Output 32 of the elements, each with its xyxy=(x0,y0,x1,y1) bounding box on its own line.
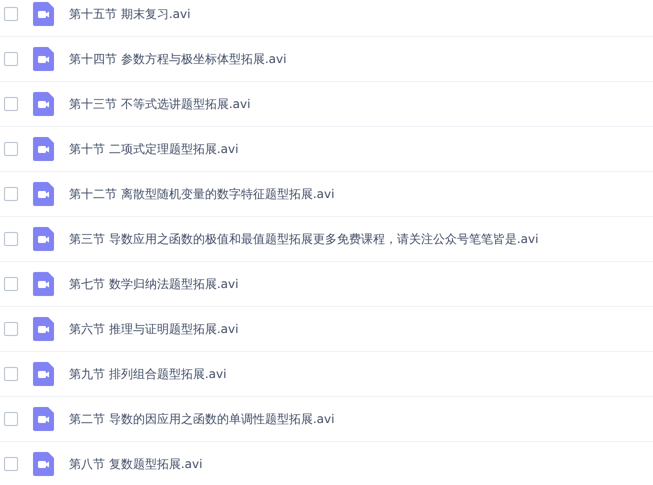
file-name[interactable]: 第十四节 参数方程与极坐标体型拓展.avi xyxy=(69,50,286,68)
checkbox[interactable] xyxy=(4,52,18,66)
video-file-icon xyxy=(33,362,54,386)
checkbox[interactable] xyxy=(4,322,18,336)
file-name[interactable]: 第三节 导数应用之函数的极值和最值题型拓展更多免费课程，请关注公众号笔笔皆是.avi xyxy=(69,230,538,248)
video-file-icon xyxy=(33,137,54,161)
checkbox[interactable] xyxy=(4,97,18,111)
video-file-icon xyxy=(33,47,54,71)
checkbox[interactable] xyxy=(4,142,18,156)
video-file-icon xyxy=(33,452,54,476)
file-name[interactable]: 第十节 二项式定理题型拓展.avi xyxy=(69,140,238,158)
file-name[interactable]: 第十二节 离散型随机变量的数字特征题型拓展.avi xyxy=(69,185,334,203)
file-name[interactable]: 第十五节 期末复习.avi xyxy=(69,5,190,23)
video-file-icon xyxy=(33,92,54,116)
checkbox[interactable] xyxy=(4,232,18,246)
video-file-icon xyxy=(33,317,54,341)
checkbox[interactable] xyxy=(4,7,18,21)
file-name[interactable]: 第二节 导数的因应用之函数的单调性题型拓展.avi xyxy=(69,410,334,428)
file-name[interactable]: 第七节 数学归纳法题型拓展.avi xyxy=(69,275,238,293)
file-name[interactable]: 第九节 排列组合题型拓展.avi xyxy=(69,365,226,383)
file-name[interactable]: 第六节 推理与证明题型拓展.avi xyxy=(69,320,238,338)
video-file-icon xyxy=(33,227,54,251)
checkbox[interactable] xyxy=(4,457,18,471)
checkbox[interactable] xyxy=(4,412,18,426)
file-name[interactable]: 第八节 复数题型拓展.avi xyxy=(69,455,202,473)
video-file-icon xyxy=(33,407,54,431)
checkbox[interactable] xyxy=(4,277,18,291)
video-file-icon xyxy=(33,182,54,206)
checkbox[interactable] xyxy=(4,187,18,201)
video-file-icon xyxy=(33,272,54,296)
checkbox[interactable] xyxy=(4,367,18,381)
file-name[interactable]: 第十三节 不等式选讲题型拓展.avi xyxy=(69,95,250,113)
